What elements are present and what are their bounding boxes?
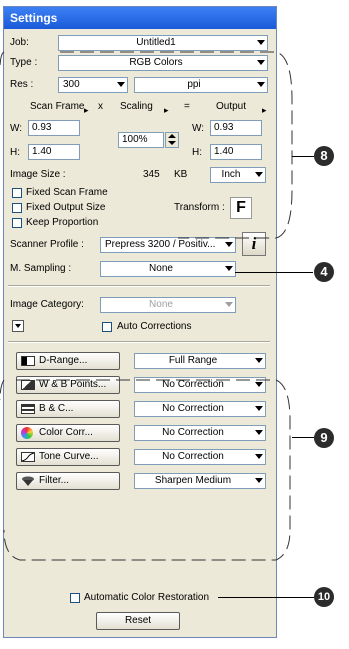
callout-10: 10: [314, 587, 334, 607]
callout-9-leader: [292, 437, 314, 438]
callout-8-leader: [292, 156, 314, 157]
callout-8: 8: [314, 146, 334, 166]
callout-4: 4: [314, 262, 334, 282]
bracket-9: [3, 379, 291, 561]
callout-10-leader: [218, 597, 314, 598]
bracket-8: [60, 51, 293, 239]
callout-4-leader: [235, 272, 313, 273]
annotation-overlay: [0, 51, 293, 561]
callout-9: 9: [314, 428, 334, 448]
